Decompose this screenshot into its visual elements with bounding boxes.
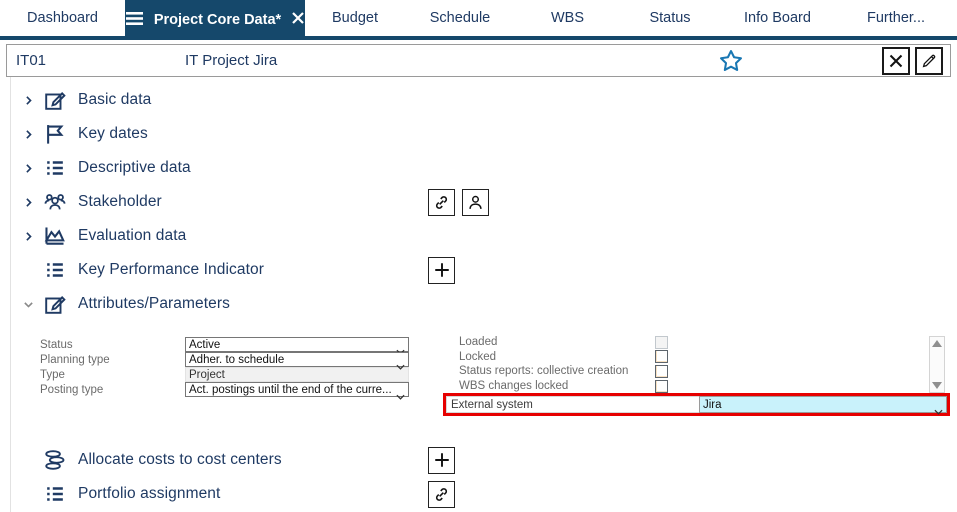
scroll-up-icon[interactable] [932,340,942,347]
header-buttons [882,47,943,75]
people-icon [43,190,67,214]
section-allocate-costs[interactable]: Allocate costs to cost centers [11,443,957,477]
chart-icon [43,224,67,248]
locked-checkbox[interactable] [655,350,668,364]
add-button[interactable] [428,446,455,474]
attributes-left-column: Status Active Planning type Adher. to sc… [40,337,409,400]
attributes-form: Status Active Planning type Adher. to sc… [11,333,957,425]
tab-status[interactable]: Status [620,0,720,36]
section-label: Evaluation data [78,227,187,244]
scrollbar-vertical[interactable] [929,336,945,393]
attributes-right-column: Loaded Locked Status reports: collective… [459,335,668,393]
edit-icon [43,292,67,316]
tab-label: Project Core Data* [153,12,282,28]
section-descriptive-data[interactable]: Descriptive data [11,151,957,185]
favorite-star-icon[interactable] [718,48,744,74]
external-system-select[interactable]: Jira [699,396,947,415]
allocate-costs-actions [428,446,455,474]
chevron-down-icon[interactable] [18,298,38,311]
tab-dashboard[interactable]: Dashboard [0,0,125,36]
tab-info-board[interactable]: Info Board [720,0,835,36]
chevron-right-icon[interactable] [18,196,38,209]
section-key-performance-indicator[interactable]: Key Performance Indicator [11,253,957,287]
edit-icon [43,88,67,112]
kpi-actions [428,256,455,284]
tab-bar: Dashboard Project Core Data* Budget Sche… [0,0,957,40]
link-button[interactable] [428,480,455,508]
checkbox-label: Locked [459,350,497,363]
link-button[interactable] [428,188,455,216]
project-id: IT01 [16,52,47,69]
section-label: Key dates [78,125,148,142]
section-label: Attributes/Parameters [78,295,230,312]
chevron-right-icon[interactable] [18,128,38,141]
loaded-checkbox [655,335,668,349]
section-label: Basic data [78,91,152,108]
edit-button[interactable] [915,47,943,75]
chevron-right-icon[interactable] [18,94,38,107]
type-field-readonly: Project [185,367,409,382]
project-core-data-panel: Basic data Key dates Descriptive data St… [10,77,957,512]
stakeholder-actions [428,188,489,216]
person-button[interactable] [462,188,489,216]
coins-icon [43,448,67,472]
flag-icon [43,122,67,146]
section-attributes-parameters[interactable]: Attributes/Parameters [11,287,957,321]
section-label: Key Performance Indicator [78,261,265,278]
tab-further[interactable]: Further... [835,0,957,36]
close-icon[interactable] [292,12,304,28]
chevron-down-icon [396,357,405,375]
chevron-right-icon[interactable] [18,162,38,175]
section-evaluation-data[interactable]: Evaluation data [11,219,957,253]
posting-type-select[interactable]: Act. postings until the end of the curre… [185,382,409,400]
project-header-bar: IT01 IT Project Jira [6,44,951,77]
chevron-down-icon [934,402,943,420]
field-label: Planning type [40,353,110,366]
section-key-dates[interactable]: Key dates [11,117,957,151]
planning-type-select[interactable]: Adher. to schedule [185,352,409,370]
menu-icon[interactable] [125,11,143,29]
field-label: Status [40,338,73,351]
checkbox-label: Status reports: collective creation [459,365,629,378]
tab-wbs[interactable]: WBS [515,0,620,36]
section-label: Allocate costs to cost centers [78,451,282,468]
section-label: Stakeholder [78,193,162,210]
section-label: Portfolio assignment [78,485,221,502]
section-label: Descriptive data [78,159,191,176]
section-basic-data[interactable]: Basic data [11,83,957,117]
field-label: Type [40,368,65,381]
section-portfolio-assignment[interactable]: Portfolio assignment [11,477,957,511]
tab-budget[interactable]: Budget [305,0,405,36]
list-icon [43,482,67,506]
wbs-changes-locked-checkbox[interactable] [655,379,668,393]
bottom-sections: Allocate costs to cost centers Portfolio… [11,443,957,511]
list-icon [43,258,67,282]
add-button[interactable] [428,256,455,284]
field-label: Posting type [40,383,104,396]
project-title: IT Project Jira [185,52,278,69]
list-icon [43,156,67,180]
tab-schedule[interactable]: Schedule [405,0,515,36]
checkbox-label: Loaded [459,336,498,349]
chevron-right-icon[interactable] [18,230,38,243]
tab-project-core-data[interactable]: Project Core Data* [125,0,305,40]
external-system-label: External system [446,396,699,413]
chevron-down-icon [396,387,405,405]
section-stakeholder[interactable]: Stakeholder [11,185,957,219]
external-system-row-highlight: External system Jira [443,393,950,416]
portfolio-actions [428,480,455,508]
close-button[interactable] [882,47,910,75]
scroll-down-icon[interactable] [932,382,942,389]
checkbox-label: WBS changes locked [459,380,569,393]
status-select[interactable]: Active [185,337,409,355]
status-reports-checkbox[interactable] [655,364,668,378]
